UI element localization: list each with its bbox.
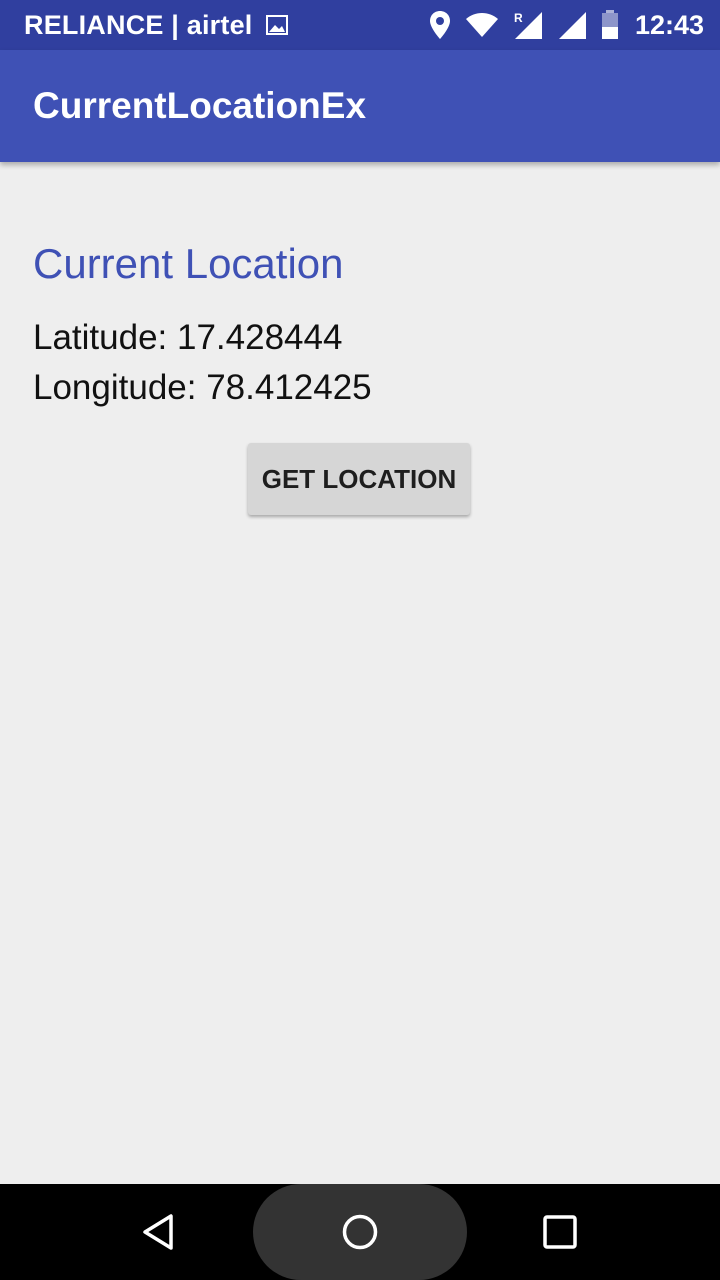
longitude-text: Longitude: 78.412425 (33, 368, 372, 407)
status-bar: RELIANCE | airtel R 12:43 (0, 0, 720, 50)
navigation-bar (0, 1184, 720, 1280)
current-location-heading: Current Location (33, 240, 344, 287)
gallery-icon (265, 15, 288, 35)
recents-button[interactable] (520, 1196, 600, 1268)
battery-icon (601, 10, 619, 40)
svg-text:R: R (514, 11, 523, 25)
wifi-icon (465, 12, 499, 38)
status-time: 12:43 (634, 9, 704, 40)
app-bar: CurrentLocationEx (0, 50, 720, 162)
main-content: Current Location Latitude: 17.428444 Lon… (0, 162, 720, 1184)
home-button[interactable] (253, 1184, 467, 1280)
back-icon (143, 1214, 173, 1250)
get-location-button[interactable]: GET LOCATION (248, 443, 470, 515)
app-title: CurrentLocationEx (33, 85, 367, 126)
location-pin-icon (429, 10, 451, 40)
app-screen: RELIANCE | airtel R 12:43 CurrentLocatio… (0, 0, 720, 1280)
latitude-text: Latitude: 17.428444 (33, 318, 343, 357)
home-icon (342, 1214, 378, 1250)
status-right: R 12:43 (415, 0, 704, 50)
signal-icon (557, 10, 587, 40)
recents-icon (543, 1215, 577, 1249)
status-left: RELIANCE | airtel (0, 10, 289, 41)
back-button[interactable] (120, 1196, 200, 1268)
carrier-name: RELIANCE | airtel (24, 9, 253, 40)
roaming-signal-icon: R (513, 10, 543, 40)
